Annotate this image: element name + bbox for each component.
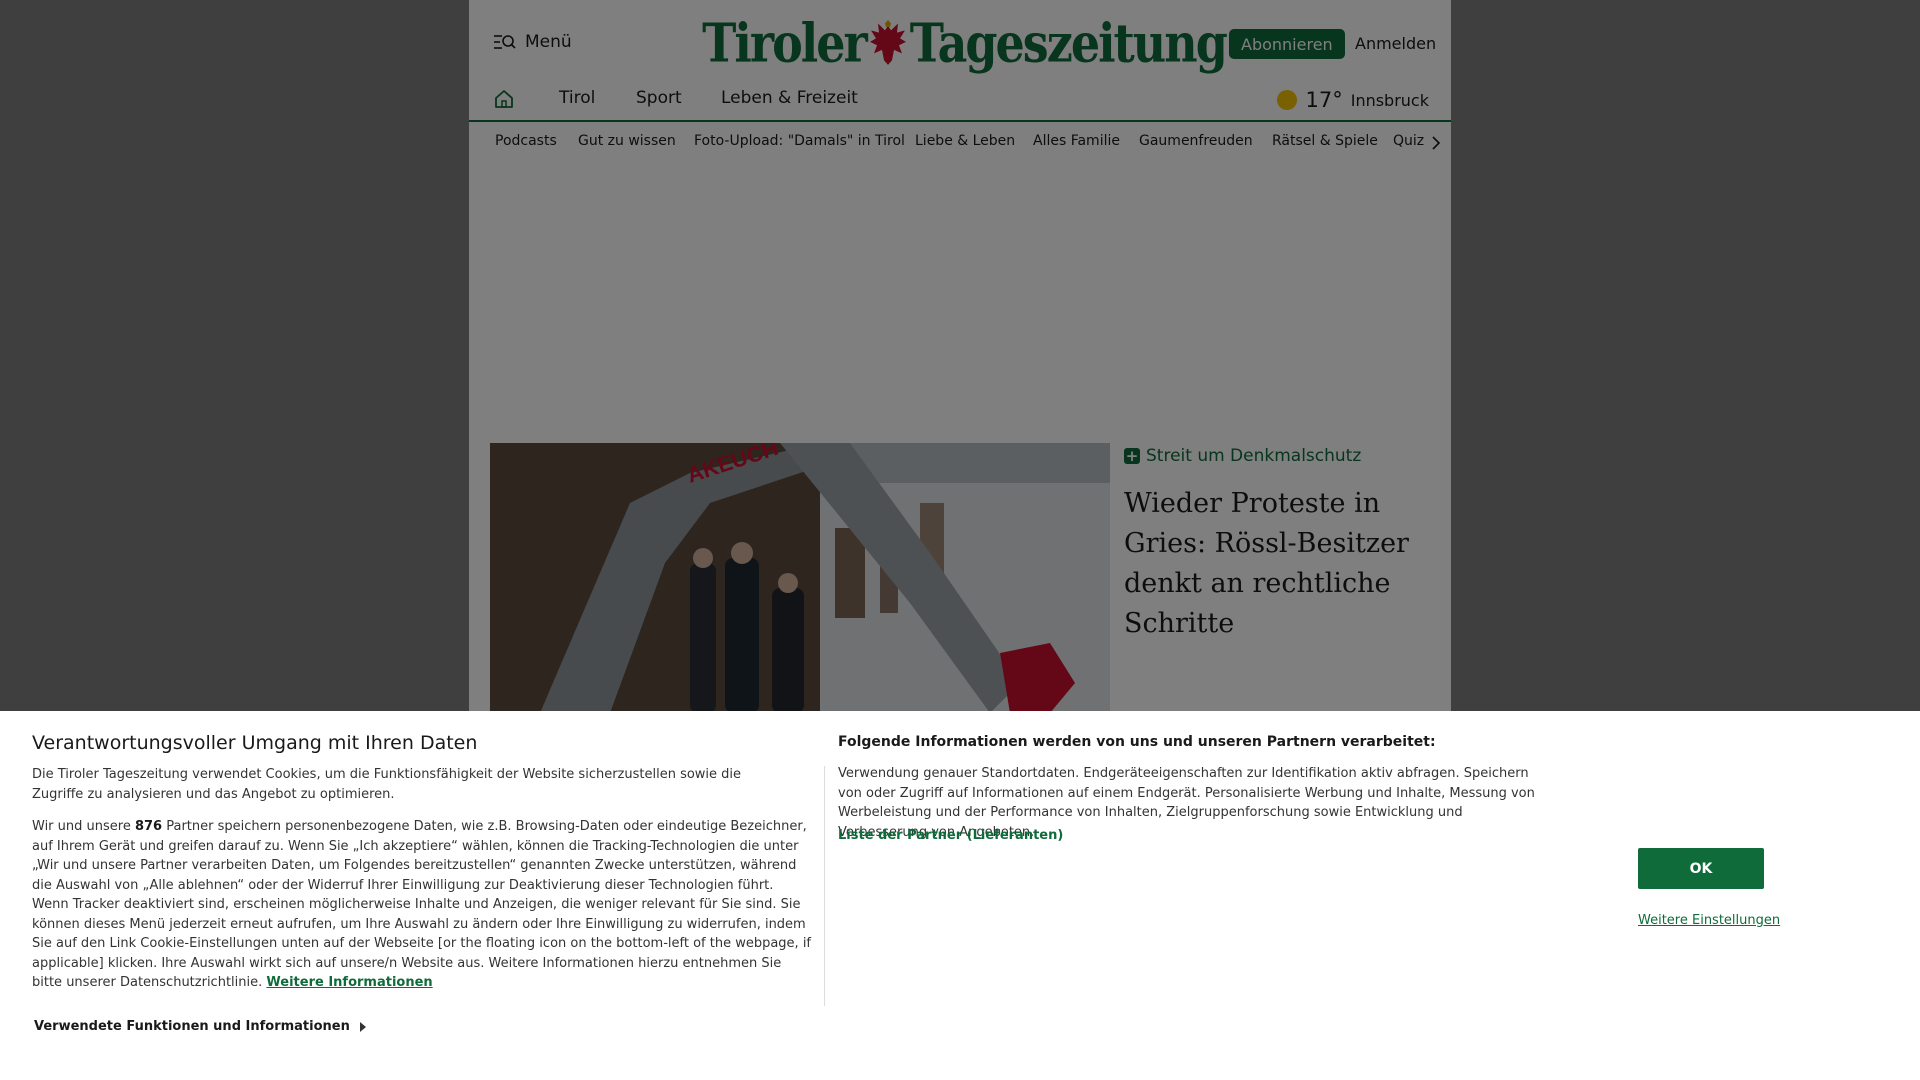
consent-intro: Die Tiroler Tageszeitung verwendet Cooki…: [32, 767, 742, 802]
menu-button[interactable]: Menü: [493, 32, 572, 52]
hero-kicker[interactable]: + Streit um Denkmalschutz: [1124, 446, 1361, 466]
subnav-item-liebe-leben[interactable]: Liebe & Leben: [915, 133, 1015, 149]
menu-search-icon: [494, 35, 516, 49]
weather-widget[interactable]: 17° Innsbruck: [1277, 88, 1429, 112]
home-icon[interactable]: [493, 88, 515, 110]
hero-kicker-text: Streit um Denkmalschutz: [1146, 446, 1362, 466]
cookie-consent-banner: Verantwortungsvoller Umgang mit Ihren Da…: [0, 711, 1920, 1080]
consent-body-prefix: Wir und unsere: [32, 819, 135, 834]
subnav-item-gut-zu-wissen[interactable]: Gut zu wissen: [578, 133, 676, 149]
weather-city: Innsbruck: [1350, 90, 1429, 110]
sub-navigation: Podcasts Gut zu wissen Foto-Upload: "Dam…: [469, 124, 1451, 160]
subscribe-button[interactable]: Abonnieren: [1229, 29, 1345, 59]
subnav-item-raetsel-spiele[interactable]: Rätsel & Spiele: [1272, 133, 1378, 149]
login-link[interactable]: Anmelden: [1355, 34, 1436, 53]
consent-divider: [824, 766, 825, 1006]
logo-text-left: Tiroler: [702, 11, 868, 75]
main-navigation: Tirol Sport Leben & Freizeit 17° Innsbru…: [469, 82, 1451, 122]
subnav-item-foto-upload[interactable]: Foto-Upload: "Damals" in Tirol: [694, 133, 905, 149]
chevron-right-icon[interactable]: [1431, 136, 1441, 150]
consent-body: Wir und unsere 876 Partner speichern per…: [32, 817, 812, 993]
tyrolean-eagle-icon: [869, 20, 906, 65]
weather-temperature: 17°: [1305, 88, 1343, 112]
nav-item-sport[interactable]: Sport: [636, 88, 682, 108]
more-settings-link[interactable]: Weitere Einstellungen: [1638, 913, 1780, 928]
ok-button[interactable]: OK: [1638, 848, 1764, 889]
subnav-item-alles-familie[interactable]: Alles Familie: [1033, 133, 1120, 149]
functions-toggle[interactable]: Verwendete Funktionen und Informationen: [34, 1019, 366, 1034]
excavator-photo: AKEUCH: [490, 443, 1110, 713]
functions-label: Verwendete Funktionen und Informationen: [34, 1019, 350, 1034]
top-bar: Menü Tiroler Tageszeitung Abonnieren Anm…: [469, 0, 1451, 82]
hero-image[interactable]: AKEUCH: [490, 443, 1110, 713]
partner-list-link[interactable]: Liste der Partner (Lieferanten): [838, 828, 1063, 843]
site-logo[interactable]: Tiroler Tageszeitung: [702, 12, 1228, 74]
nav-item-tirol[interactable]: Tirol: [559, 88, 595, 108]
caret-right-icon: [359, 1021, 366, 1032]
subnav-item-podcasts[interactable]: Podcasts: [495, 133, 557, 149]
partner-count: 876: [134, 819, 163, 834]
menu-label: Menü: [525, 32, 572, 52]
nav-item-leben-freizeit[interactable]: Leben & Freizeit: [721, 88, 858, 108]
consent-title: Verantwortungsvoller Umgang mit Ihren Da…: [32, 732, 478, 754]
processing-title: Folgende Informationen werden von uns un…: [838, 734, 1436, 750]
hero-headline[interactable]: Wieder Proteste in Gries: Rössl-Besitzer…: [1124, 484, 1434, 644]
subnav-item-quiz[interactable]: Quiz: [1393, 133, 1424, 149]
consent-body-main: Partner speichern personenbezogene Daten…: [32, 819, 812, 990]
subnav-item-gaumenfreuden[interactable]: Gaumenfreuden: [1139, 133, 1253, 149]
more-info-link[interactable]: Weitere Informationen: [266, 975, 432, 990]
plus-icon: +: [1124, 447, 1140, 465]
sun-icon: [1277, 90, 1298, 110]
logo-text-right: Tageszeitung: [909, 11, 1228, 75]
